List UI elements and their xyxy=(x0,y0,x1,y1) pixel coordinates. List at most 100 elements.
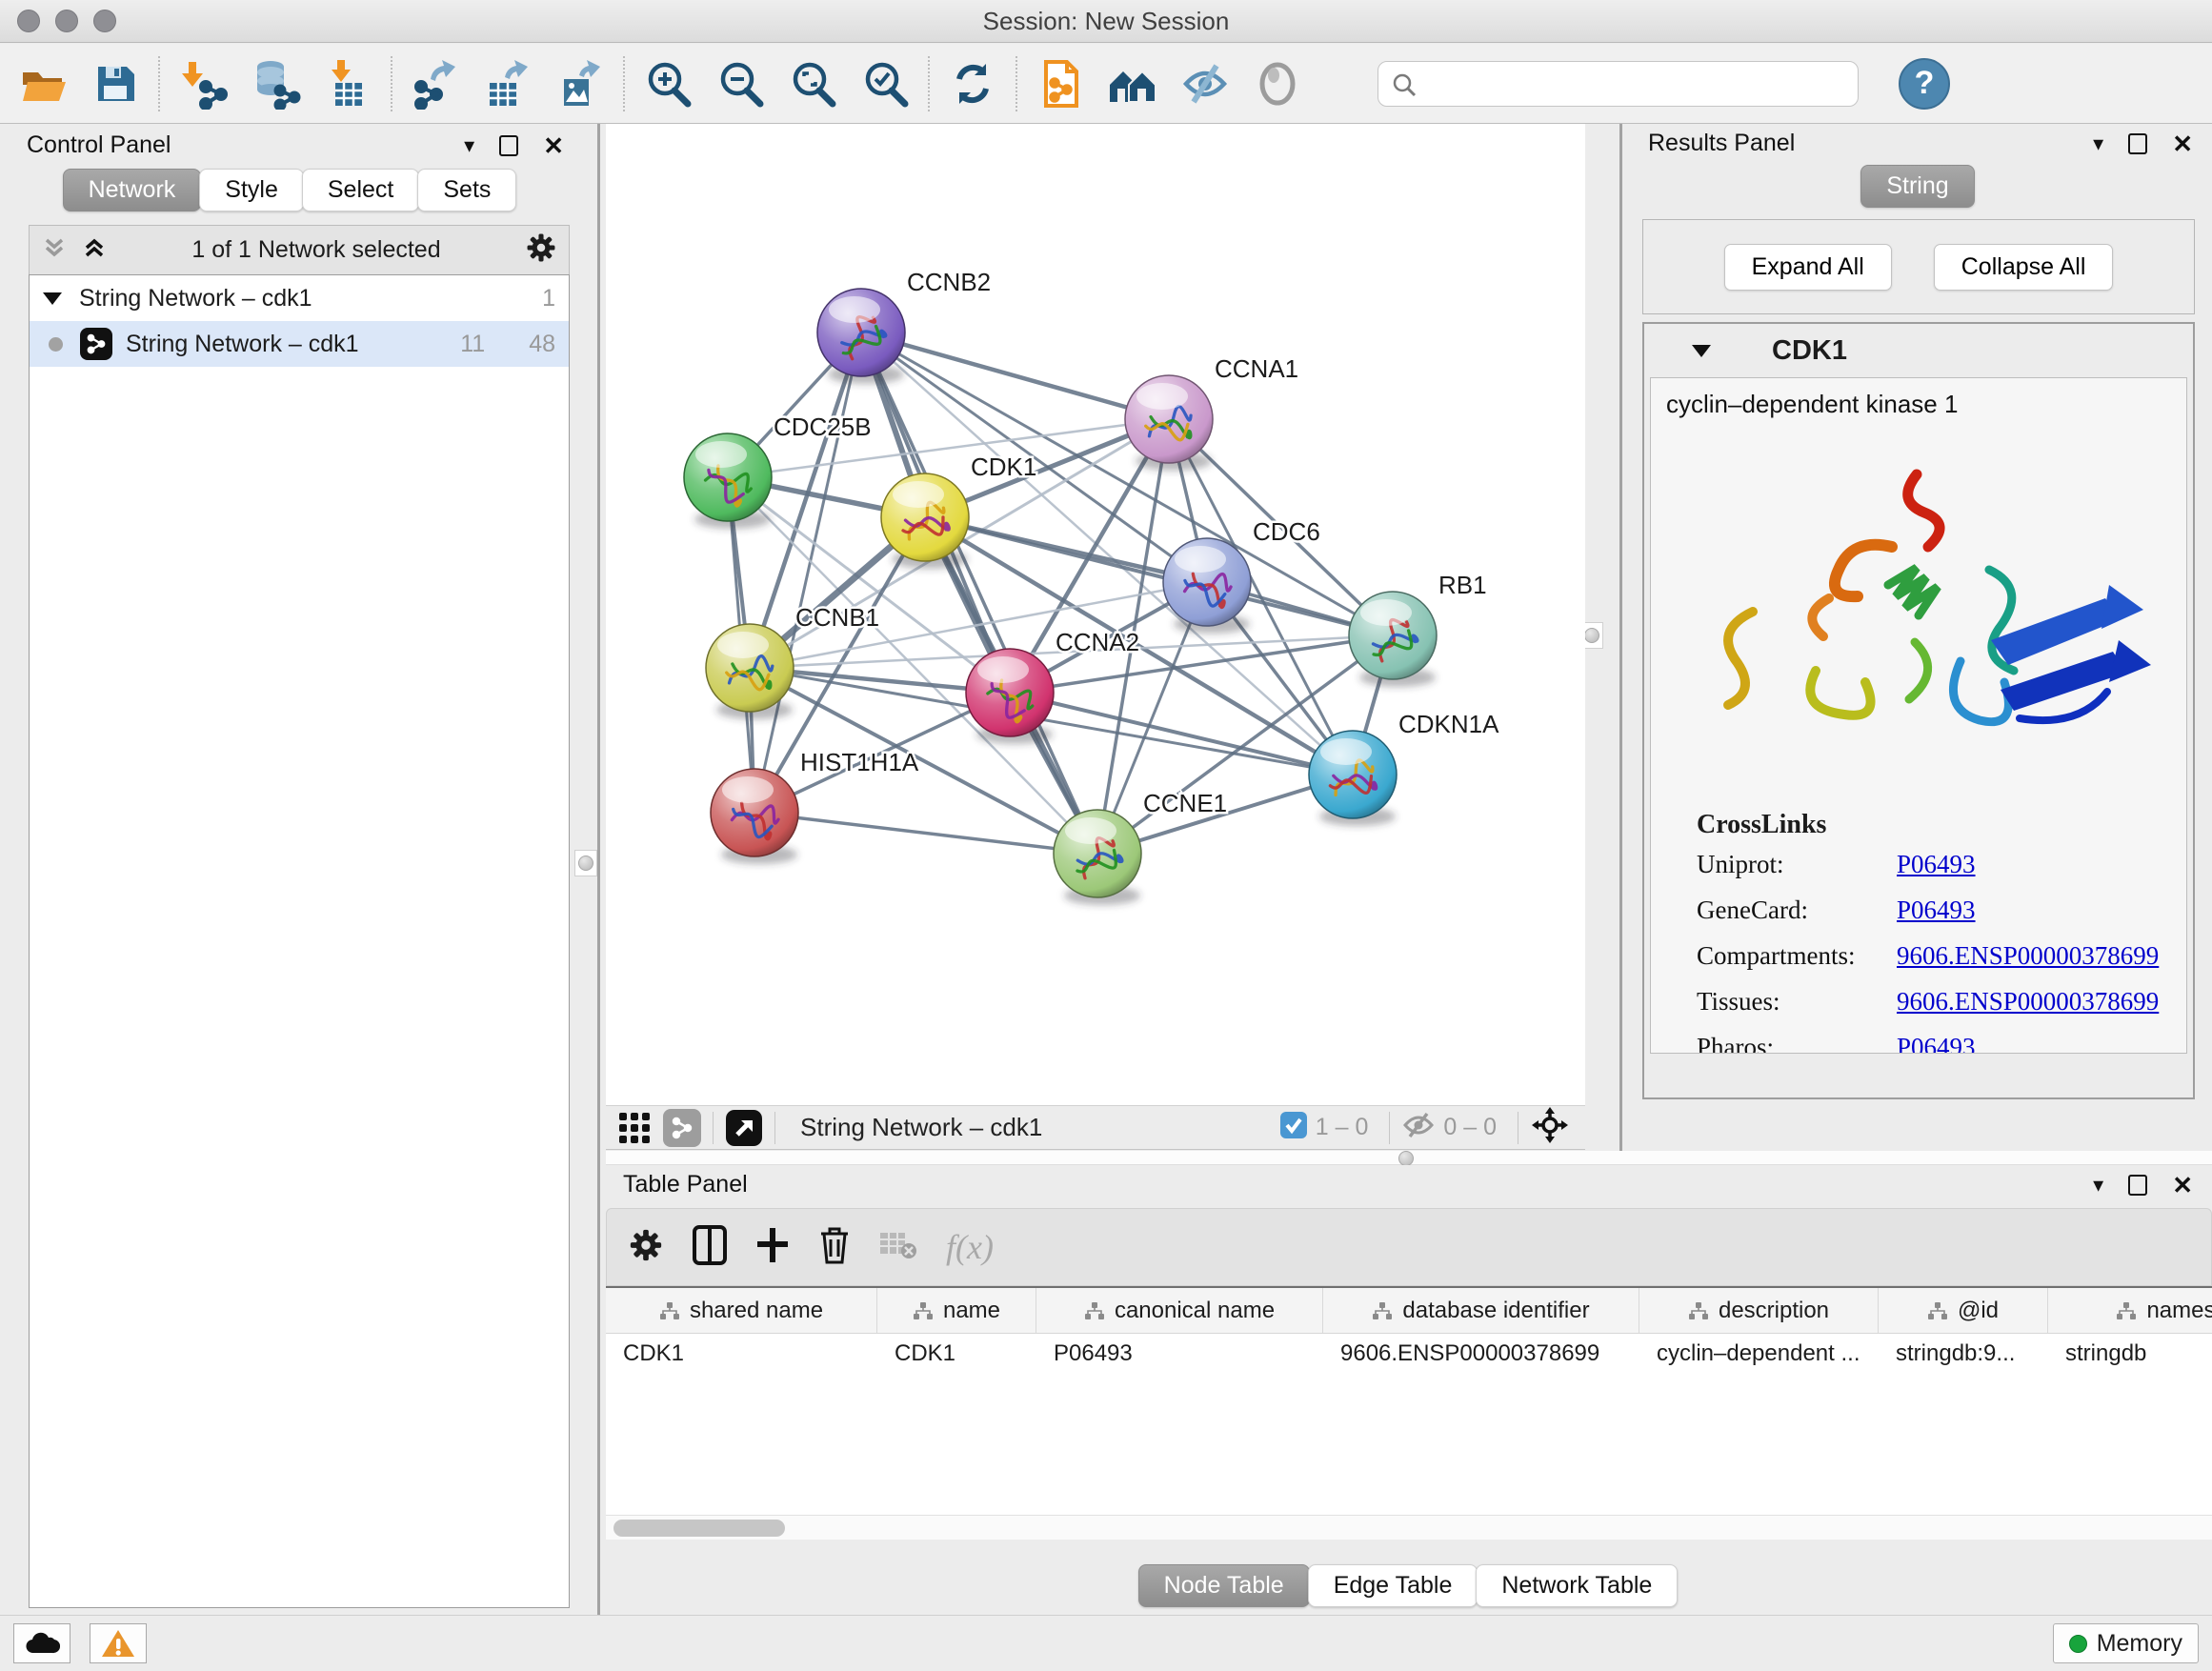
network-options-gear-icon[interactable] xyxy=(525,232,557,269)
network-node-cdkn1a[interactable]: CDKN1A xyxy=(1309,710,1499,826)
control-panel-menu-icon[interactable]: ▾ xyxy=(464,135,474,156)
collapse-all-button[interactable]: Collapse All xyxy=(1934,244,2114,291)
results-panel-float-icon[interactable] xyxy=(2128,133,2147,154)
cloud-status-button[interactable] xyxy=(13,1623,70,1663)
export-table-button[interactable] xyxy=(480,56,535,111)
memory-button[interactable]: Memory xyxy=(2053,1623,2199,1663)
grid-view-button[interactable] xyxy=(615,1109,654,1147)
zoom-selected-button[interactable] xyxy=(857,56,913,111)
minimize-window-button[interactable] xyxy=(55,10,78,32)
column-header-shared-name[interactable]: shared name xyxy=(606,1288,877,1333)
table-settings-gear-icon[interactable] xyxy=(628,1227,664,1268)
zoom-fit-button[interactable] xyxy=(785,56,840,111)
right-splitter[interactable] xyxy=(1619,124,1622,1151)
network-edge[interactable] xyxy=(861,332,1169,419)
table-panel-menu-icon[interactable]: ▾ xyxy=(2093,1175,2103,1196)
search-input[interactable] xyxy=(1377,61,1859,107)
horizontal-splitter[interactable] xyxy=(606,1151,2212,1165)
left-splitter[interactable] xyxy=(597,124,600,1615)
help-button[interactable]: ? xyxy=(1899,58,1950,110)
export-network-button[interactable] xyxy=(408,56,463,111)
network-canvas[interactable]: CCNB2CCNA1CDC25BCDK1CDC6RB1CCNB1CCNA2CDK… xyxy=(606,124,1585,1105)
collapse-all-networks-icon[interactable] xyxy=(41,234,68,266)
scrollbar-thumb[interactable] xyxy=(613,1520,785,1537)
network-node-ccnb2[interactable]: CCNB2 xyxy=(817,268,991,384)
table-cell[interactable]: stringdb xyxy=(2048,1340,2212,1367)
table-cell[interactable]: cyclin–dependent ... xyxy=(1639,1340,1879,1367)
crosslink-genecard-link[interactable]: P06493 xyxy=(1897,896,1976,925)
network-collection-row[interactable]: String Network – cdk1 1 xyxy=(30,275,569,321)
table-panel-close-icon[interactable]: ✕ xyxy=(2172,1173,2193,1198)
network-row[interactable]: String Network – cdk1 11 48 xyxy=(30,321,569,367)
column-header-canonical-name[interactable]: canonical name xyxy=(1036,1288,1323,1333)
table-cell[interactable]: P06493 xyxy=(1036,1340,1323,1367)
selected-checkbox[interactable] xyxy=(1279,1111,1308,1144)
network-edge[interactable] xyxy=(925,517,1393,635)
tab-network-table[interactable]: Network Table xyxy=(1476,1564,1678,1607)
network-node-rb1[interactable]: RB1 xyxy=(1349,571,1487,687)
table-cell[interactable]: CDK1 xyxy=(877,1340,1036,1367)
column-header-namespace[interactable]: namespace xyxy=(2048,1288,2212,1333)
detach-view-button[interactable] xyxy=(725,1109,763,1147)
network-edge[interactable] xyxy=(754,332,861,813)
node-details-header[interactable]: CDK1 xyxy=(1644,324,2193,377)
save-session-button[interactable] xyxy=(88,56,143,111)
tab-sets[interactable]: Sets xyxy=(417,169,516,211)
birdseye-navigate-icon[interactable] xyxy=(1530,1105,1570,1150)
home-networks-button[interactable] xyxy=(1105,56,1160,111)
table-horizontal-scrollbar[interactable] xyxy=(606,1515,2212,1540)
import-network-from-database-button[interactable] xyxy=(248,56,303,111)
export-image-button[interactable] xyxy=(553,56,608,111)
table-row[interactable]: CDK1CDK1P064939606.ENSP00000378699cyclin… xyxy=(606,1334,2212,1374)
tab-network[interactable]: Network xyxy=(63,169,202,211)
column-header-name[interactable]: name xyxy=(877,1288,1036,1333)
tab-node-table[interactable]: Node Table xyxy=(1138,1564,1310,1607)
expand-all-button[interactable]: Expand All xyxy=(1724,244,1892,291)
warnings-button[interactable] xyxy=(90,1623,147,1663)
crosslink-tissues-link[interactable]: 9606.ENSP00000378699 xyxy=(1897,987,2159,1017)
refresh-button[interactable] xyxy=(945,56,1000,111)
tab-string-results[interactable]: String xyxy=(1860,165,1974,208)
delete-column-icon[interactable] xyxy=(818,1225,851,1270)
expand-all-networks-icon[interactable] xyxy=(81,234,108,266)
node-details-collapse-icon[interactable] xyxy=(1692,345,1711,357)
import-network-button[interactable] xyxy=(175,56,231,111)
table-cell[interactable]: stringdb:9... xyxy=(1879,1340,2048,1367)
network-node-ccne1[interactable]: CCNE1 xyxy=(1054,789,1227,905)
tab-select[interactable]: Select xyxy=(302,169,419,211)
string-import-button[interactable] xyxy=(1033,56,1088,111)
network-edge[interactable] xyxy=(754,813,1097,854)
crosslink-compartments-link[interactable]: 9606.ENSP00000378699 xyxy=(1897,941,2159,971)
string-view-button[interactable] xyxy=(663,1109,701,1147)
horizontal-splitter-grip[interactable] xyxy=(1398,1151,1414,1166)
add-column-icon[interactable] xyxy=(755,1226,790,1269)
tab-style[interactable]: Style xyxy=(199,169,304,211)
close-window-button[interactable] xyxy=(17,10,40,32)
control-panel-float-icon[interactable] xyxy=(499,135,518,156)
table-cell[interactable]: CDK1 xyxy=(606,1340,877,1367)
zoom-window-button[interactable] xyxy=(93,10,116,32)
results-panel-close-icon[interactable]: ✕ xyxy=(2172,131,2193,156)
tab-edge-table[interactable]: Edge Table xyxy=(1308,1564,1478,1607)
crosslink-pharos-link[interactable]: P06493 xyxy=(1897,1033,1976,1054)
hide-unhide-button[interactable] xyxy=(1177,56,1233,111)
crosslink-uniprot-link[interactable]: P06493 xyxy=(1897,850,1976,879)
network-node-cdc6[interactable]: CDC6 xyxy=(1163,517,1320,634)
show-columns-icon[interactable] xyxy=(693,1225,727,1270)
preview-button[interactable] xyxy=(1250,56,1305,111)
zoom-in-button[interactable] xyxy=(640,56,695,111)
column-header--id[interactable]: @id xyxy=(1879,1288,2048,1333)
zoom-out-button[interactable] xyxy=(713,56,768,111)
string-network-graph[interactable]: CCNB2CCNA1CDC25BCDK1CDC6RB1CCNB1CCNA2CDK… xyxy=(606,124,1585,1105)
table-cell[interactable]: 9606.ENSP00000378699 xyxy=(1323,1340,1639,1367)
table-panel-float-icon[interactable] xyxy=(2128,1175,2147,1196)
control-panel-close-icon[interactable]: ✕ xyxy=(543,133,564,158)
import-table-button[interactable] xyxy=(320,56,375,111)
column-header-description[interactable]: description xyxy=(1639,1288,1879,1333)
network-node-ccnb1[interactable]: CCNB1 xyxy=(706,603,879,719)
open-session-button[interactable] xyxy=(15,56,70,111)
column-header-database-identifier[interactable]: database identifier xyxy=(1323,1288,1639,1333)
results-panel-menu-icon[interactable]: ▾ xyxy=(2093,133,2103,154)
left-splitter-grip[interactable] xyxy=(574,850,597,876)
collection-expand-icon[interactable] xyxy=(43,292,62,305)
